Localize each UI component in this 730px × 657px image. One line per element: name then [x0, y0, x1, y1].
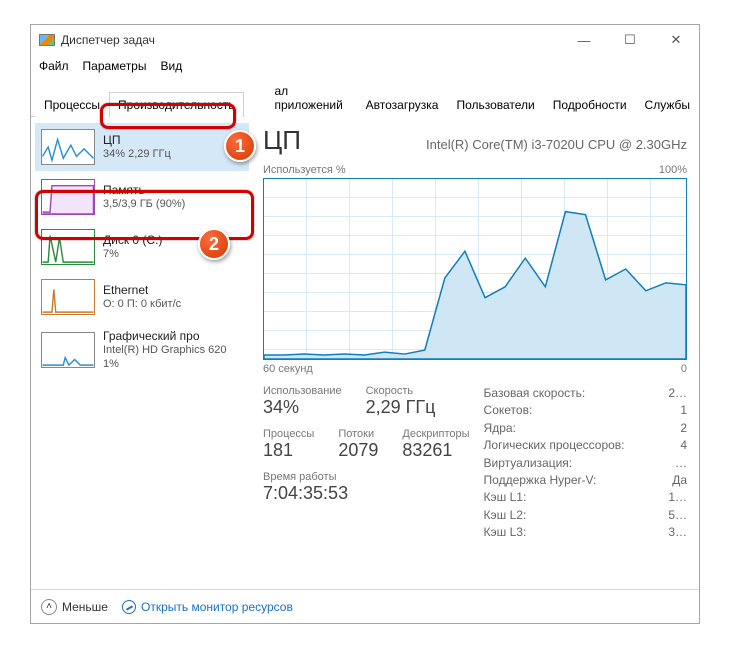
stat-value: 2,29 ГГц — [366, 397, 436, 418]
stats-right: Базовая скорость:2… Сокетов:1 Ядра:2 Лог… — [484, 385, 687, 542]
stat-label: Время работы — [263, 471, 348, 483]
tab-processes[interactable]: Процессы — [35, 92, 109, 117]
app-icon — [39, 34, 55, 46]
disk-thumbnail — [41, 229, 95, 265]
sidebar-item-sub: О: 0 П: 0 кбит/с — [103, 298, 181, 312]
sidebar-item-sub: 7% — [103, 248, 162, 262]
tab-users[interactable]: Пользователи — [447, 92, 543, 117]
main-pane: ЦП Intel(R) Core(TM) i3-7020U CPU @ 2.30… — [253, 117, 699, 589]
sidebar-item-label: Ethernet — [103, 283, 181, 298]
chevron-up-icon: ˄ — [41, 599, 57, 615]
resource-monitor-icon — [122, 600, 136, 614]
sidebar-item-sub2: 1% — [103, 358, 227, 372]
menu-view[interactable]: Вид — [160, 59, 182, 73]
task-manager-window: Диспетчер задач — ☐ ✕ Файл Параметры Вид… — [30, 24, 700, 624]
sidebar-item-sub: 3,5/3,9 ГБ (90%) — [103, 198, 185, 212]
sidebar-item-memory[interactable]: Память 3,5/3,9 ГБ (90%) — [35, 173, 249, 221]
device-name: Intel(R) Core(TM) i3-7020U CPU @ 2.30GHz — [319, 137, 687, 152]
footer: ˄ Меньше Открыть монитор ресурсов — [31, 589, 699, 623]
body: ЦП 34% 2,29 ГГц Память 3,5/3,9 ГБ (90%) — [31, 117, 699, 589]
sidebar-item-cpu[interactable]: ЦП 34% 2,29 ГГц — [35, 123, 249, 171]
stat-label: Дескрипторы — [402, 428, 469, 440]
tab-details[interactable]: Подробности — [544, 92, 636, 117]
page-title: ЦП — [263, 125, 301, 156]
stat-value: 83261 — [402, 440, 469, 461]
sidebar-item-sub: 34% 2,29 ГГц — [103, 148, 171, 162]
menu-file[interactable]: Файл — [39, 59, 69, 73]
tab-row: Процессы Производительность ал приложени… — [31, 77, 699, 117]
titlebar: Диспетчер задач — ☐ ✕ — [31, 25, 699, 55]
cpu-chart[interactable] — [263, 178, 687, 360]
menu-options[interactable]: Параметры — [83, 59, 147, 73]
open-resource-monitor-link[interactable]: Открыть монитор ресурсов — [122, 600, 293, 614]
minimize-button[interactable]: — — [561, 25, 607, 55]
chart-label-br: 0 — [681, 363, 687, 375]
stats-block: Использование34% Скорость2,29 ГГц Процес… — [263, 385, 687, 542]
tab-performance[interactable]: Производительность — [109, 92, 243, 117]
stat-value: 34% — [263, 397, 342, 418]
sidebar-item-sub: Intel(R) HD Graphics 620 — [103, 344, 227, 358]
fewer-details-button[interactable]: ˄ Меньше — [41, 599, 108, 615]
maximize-button[interactable]: ☐ — [607, 25, 653, 55]
chart-label-bl: 60 секунд — [263, 363, 313, 375]
sidebar-item-ethernet[interactable]: Ethernet О: 0 П: 0 кбит/с — [35, 273, 249, 321]
sidebar-item-label: Диск 0 (C:) — [103, 233, 162, 248]
menu-bar: Файл Параметры Вид — [31, 55, 699, 77]
ethernet-thumbnail — [41, 279, 95, 315]
annotation-badge-2: 2 — [198, 228, 230, 260]
close-button[interactable]: ✕ — [653, 25, 699, 55]
stat-value: 181 — [263, 440, 314, 461]
stat-label: Процессы — [263, 428, 314, 440]
tab-services[interactable]: Службы — [636, 92, 699, 117]
stat-label: Потоки — [338, 428, 378, 440]
annotation-badge-1: 1 — [224, 130, 256, 162]
stat-value: 7:04:35:53 — [263, 483, 348, 504]
stat-label: Использование — [263, 385, 342, 397]
tab-startup[interactable]: Автозагрузка — [357, 92, 448, 117]
stat-value: 2079 — [338, 440, 378, 461]
cpu-thumbnail — [41, 129, 95, 165]
window-title: Диспетчер задач — [61, 33, 155, 47]
sidebar-item-label: Графический про — [103, 329, 227, 344]
gpu-thumbnail — [41, 332, 95, 368]
sidebar-item-label: Память — [103, 183, 185, 198]
stat-label: Скорость — [366, 385, 436, 397]
sidebar-item-gpu[interactable]: Графический про Intel(R) HD Graphics 620… — [35, 323, 249, 378]
chart-label-tr: 100% — [659, 164, 687, 176]
sidebar-item-label: ЦП — [103, 133, 171, 148]
sidebar: ЦП 34% 2,29 ГГц Память 3,5/3,9 ГБ (90%) — [31, 117, 253, 589]
chart-label-tl: Используется % — [263, 164, 346, 176]
memory-thumbnail — [41, 179, 95, 215]
tab-app-history[interactable]: ал приложений — [244, 78, 357, 117]
